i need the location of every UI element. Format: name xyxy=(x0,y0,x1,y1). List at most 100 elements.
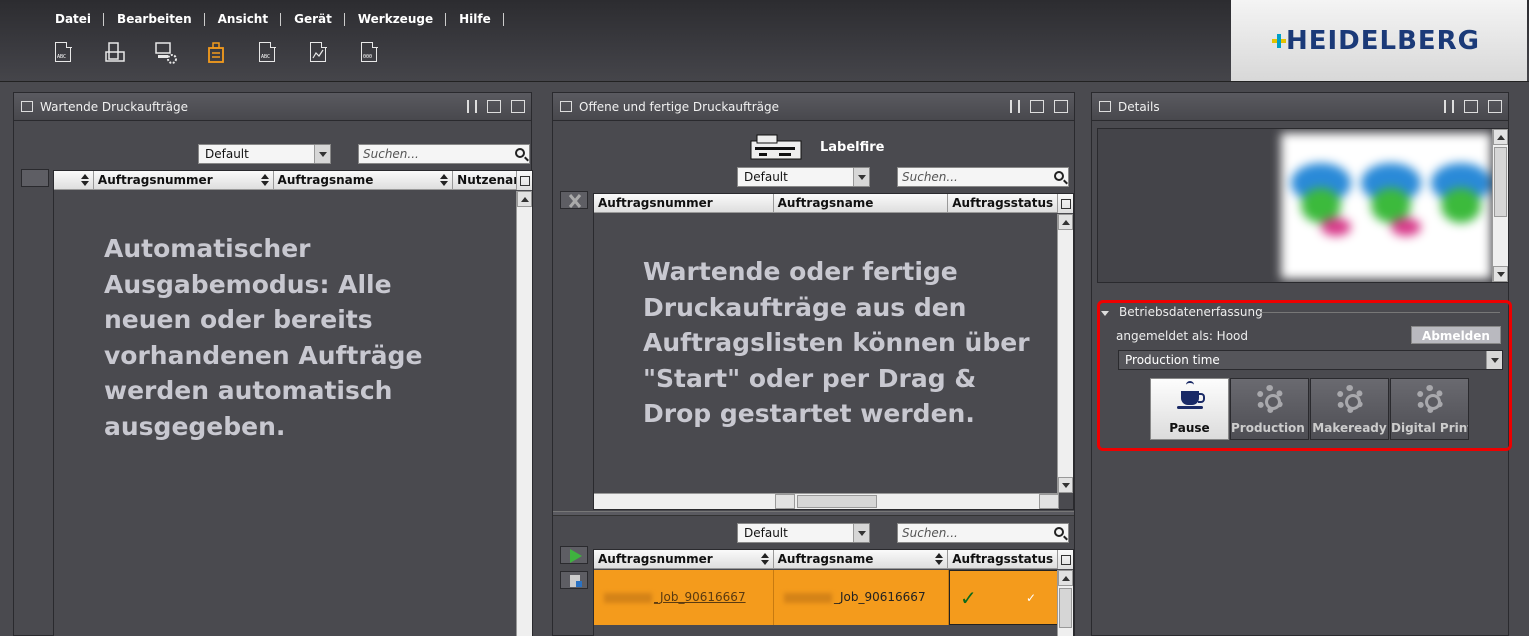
job-name-cell: _Job_90616667 xyxy=(774,570,949,625)
lower-filter-select[interactable]: Default xyxy=(737,523,870,543)
vertical-scrollbar[interactable] xyxy=(1057,214,1073,493)
computer-gear-icon[interactable] xyxy=(154,40,178,66)
gear-icon xyxy=(1256,385,1284,413)
production-button[interactable]: Production ... xyxy=(1230,378,1309,440)
menu-werkzeuge[interactable]: Werkzeuge xyxy=(345,10,447,28)
detach-icon[interactable] xyxy=(1054,100,1068,113)
menu-geraet[interactable]: Gerät xyxy=(281,10,345,28)
horizontal-scrollbar[interactable] xyxy=(594,493,1059,509)
section-title: Betriebsdatenerfassung xyxy=(1119,305,1263,319)
sort-icon xyxy=(260,174,269,186)
search-icon xyxy=(1054,171,1064,181)
done-check-icon: ✓ xyxy=(1026,591,1037,605)
column-chooser-icon[interactable] xyxy=(517,171,533,190)
column-header-auftragsname[interactable]: Auftragsname xyxy=(774,550,949,569)
delete-list-button[interactable] xyxy=(21,169,49,187)
vertical-scrollbar[interactable] xyxy=(516,191,532,636)
drag-drop-info-text: Wartende oder fertige Druckaufträge aus … xyxy=(643,257,1030,428)
panel-title: Offene und fertige Druckaufträge xyxy=(579,100,780,114)
scroll-thumb[interactable] xyxy=(1494,147,1507,217)
panel-header: Offene und fertige Druckaufträge xyxy=(553,93,1074,121)
gear-icon xyxy=(1336,385,1364,413)
scroll-thumb[interactable] xyxy=(1059,588,1072,628)
vertical-scrollbar[interactable] xyxy=(1492,129,1508,282)
column-header-auftragsnummer[interactable]: Auftragsnummer xyxy=(594,194,774,213)
search-input[interactable]: Suchen... xyxy=(897,167,1069,187)
scroll-up-button[interactable] xyxy=(1058,570,1073,586)
toolbar: ABC ABC 000 xyxy=(52,40,409,66)
chevron-down-icon xyxy=(853,524,869,542)
maximize-icon[interactable] xyxy=(1030,100,1044,113)
jobs-list-icon xyxy=(21,101,33,112)
maximize-icon[interactable] xyxy=(1464,100,1478,113)
auto-output-info-text: Automatischer Ausgabemodus: Alle neuen o… xyxy=(104,234,423,441)
time-type-select[interactable]: Production time xyxy=(1118,350,1503,370)
table-row[interactable]: _Job_90616667 _Job_90616667 ✓ ✓ xyxy=(594,570,1059,625)
section-divider xyxy=(1260,312,1500,313)
column-header-auftragsnummer[interactable]: Auftragsnummer xyxy=(94,171,274,190)
filter-select[interactable]: Default xyxy=(198,144,331,164)
menu-bar: Datei Bearbeiten Ansicht Gerät Werkzeuge… xyxy=(42,10,504,28)
column-header-auftragsname[interactable]: Auftragsname xyxy=(274,171,454,190)
vertical-scrollbar[interactable] xyxy=(1057,570,1073,636)
logged-in-label: angemeldet als: Hood xyxy=(1116,329,1249,343)
status-check-icon: ✓ xyxy=(960,586,977,610)
split-icon[interactable] xyxy=(1010,100,1020,113)
column-header-auftragsstatus[interactable]: Auftragsstatus xyxy=(948,550,1059,569)
chevron-down-icon xyxy=(1486,351,1502,369)
column-chooser-icon[interactable] xyxy=(1058,194,1074,213)
scroll-up-button[interactable] xyxy=(517,191,532,207)
horizontal-scroll-thumb[interactable] xyxy=(797,495,877,508)
job-ticket-icon[interactable] xyxy=(205,40,229,66)
splitter[interactable] xyxy=(553,511,1074,516)
column-chooser-icon[interactable] xyxy=(1058,550,1074,569)
collapse-arrow-icon[interactable] xyxy=(1101,311,1109,316)
menu-bearbeiten[interactable]: Bearbeiten xyxy=(104,10,205,28)
scroll-right-button[interactable] xyxy=(1039,494,1059,509)
column-header-auftragsname[interactable]: Auftragsname xyxy=(774,194,949,213)
column-header-nutzenanzahl[interactable]: Nutzenan... xyxy=(453,171,518,190)
detach-icon[interactable] xyxy=(511,100,525,113)
top-bar: Datei Bearbeiten Ansicht Gerät Werkzeuge… xyxy=(0,0,1529,82)
filter-select[interactable]: Default xyxy=(737,167,870,187)
split-icon[interactable] xyxy=(1444,100,1454,113)
scroll-up-button[interactable] xyxy=(1058,214,1073,230)
start-button[interactable] xyxy=(560,546,588,564)
logout-button[interactable]: Abmelden xyxy=(1411,326,1501,344)
gear-icon xyxy=(1416,385,1444,413)
scroll-left-button[interactable] xyxy=(775,494,795,509)
column-header-sort[interactable] xyxy=(54,171,94,190)
open-finished-jobs-panel: Offene und fertige Druckaufträge Labelfi… xyxy=(552,92,1075,636)
abc-document-icon[interactable]: ABC xyxy=(52,40,76,66)
maximize-icon[interactable] xyxy=(487,100,501,113)
detach-icon[interactable] xyxy=(1488,100,1502,113)
panel-header: Details xyxy=(1092,93,1508,121)
split-icon[interactable] xyxy=(467,100,477,113)
remove-job-button[interactable] xyxy=(560,191,588,209)
printer-name: Labelfire xyxy=(820,140,885,155)
search-icon xyxy=(1054,527,1064,537)
scroll-down-button[interactable] xyxy=(1058,477,1073,493)
menu-hilfe[interactable]: Hilfe xyxy=(446,10,504,28)
details-icon xyxy=(1099,101,1111,112)
pause-button[interactable]: Pause xyxy=(1150,378,1229,440)
printer-icon[interactable] xyxy=(103,40,127,66)
search-input[interactable]: Suchen... xyxy=(358,144,530,164)
scroll-up-button[interactable] xyxy=(1493,129,1508,145)
scroll-down-button[interactable] xyxy=(1493,266,1508,282)
chart-document-icon[interactable] xyxy=(307,40,331,66)
coffee-steam xyxy=(1186,381,1194,389)
column-header-auftragsnummer[interactable]: Auftragsnummer xyxy=(594,550,774,569)
barcode-document-icon[interactable]: 000 xyxy=(358,40,382,66)
menu-datei[interactable]: Datei xyxy=(42,10,105,28)
printer-machine-icon xyxy=(749,133,805,161)
column-header-auftragsstatus[interactable]: Auftragsstatus xyxy=(948,194,1059,213)
menu-ansicht[interactable]: Ansicht xyxy=(205,10,282,28)
makeready-button[interactable]: Makeready xyxy=(1310,378,1389,440)
lower-search-input[interactable]: Suchen... xyxy=(897,523,1069,543)
job-info-button[interactable] xyxy=(560,571,588,589)
sort-icon xyxy=(760,553,769,565)
digital-print-button[interactable]: Digital Print... xyxy=(1390,378,1469,440)
job-status-cell: ✓ ✓ xyxy=(949,570,1059,625)
abc-arrow-document-icon[interactable]: ABC xyxy=(256,40,280,66)
